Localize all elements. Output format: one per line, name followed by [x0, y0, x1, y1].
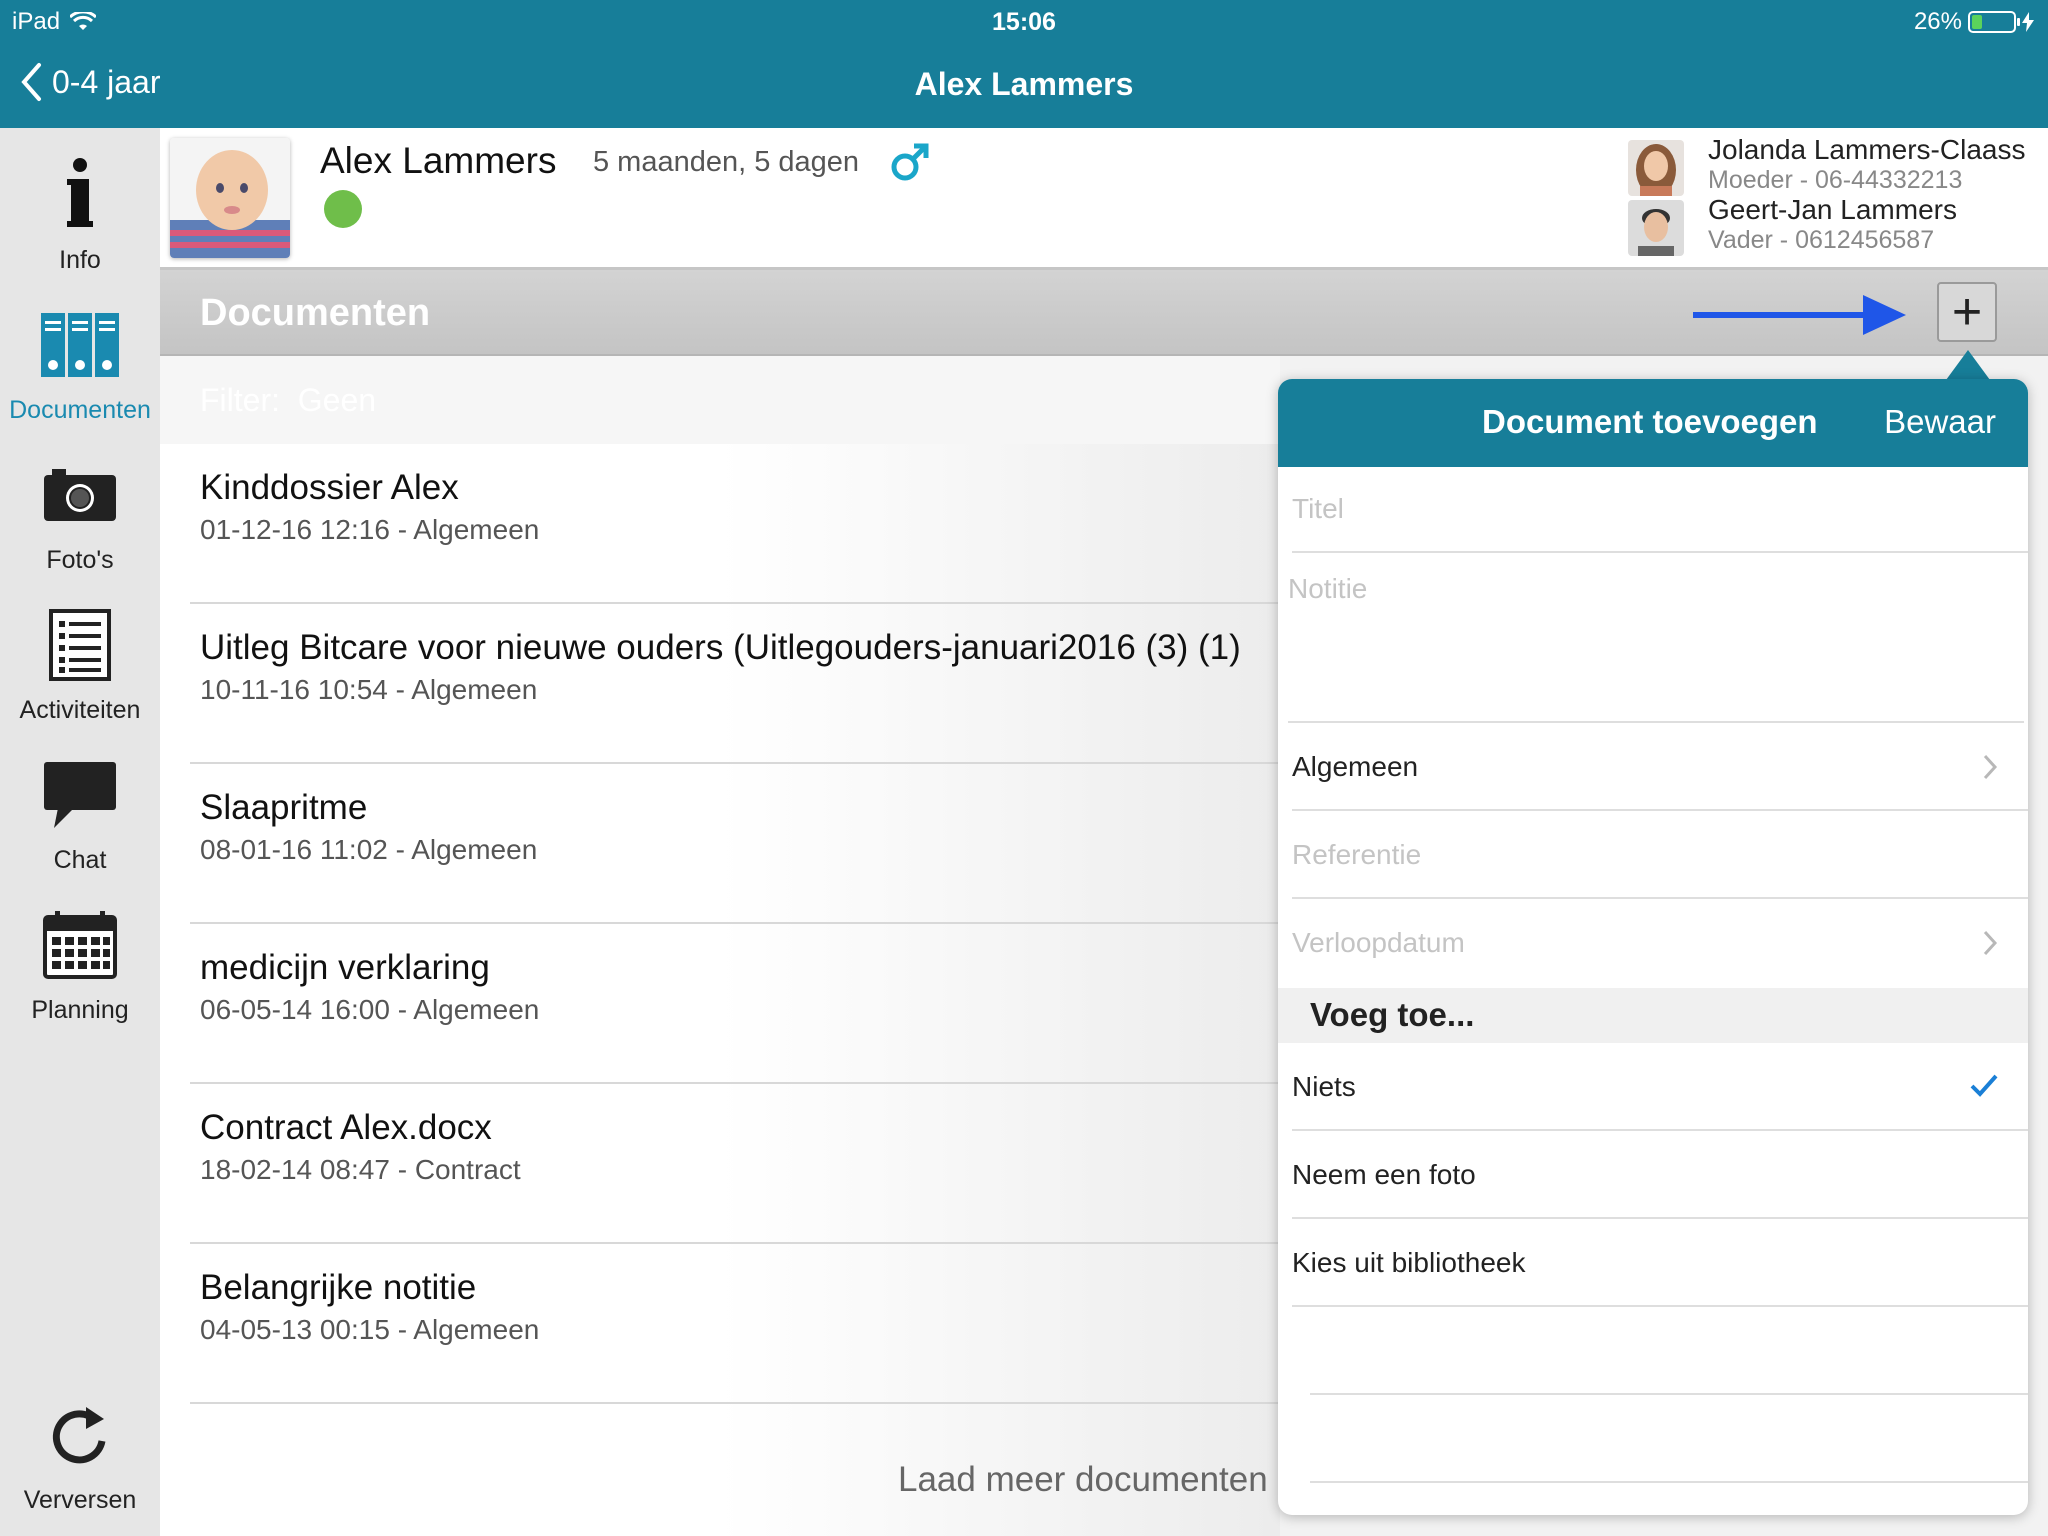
sidebar-label-activiteiten: Activiteiten [19, 696, 141, 724]
father-info: Vader - 0612456587 [1708, 226, 1935, 254]
title-field[interactable]: Titel [1292, 467, 2028, 553]
list-item[interactable]: Kinddossier Alex 01-12-16 12:16 - Algeme… [190, 444, 1450, 604]
attach-option-label: Niets [1292, 1071, 1356, 1102]
sidebar: Info Documenten Foto's Activiteiten Chat… [0, 128, 160, 1536]
category-select[interactable]: Algemeen [1292, 723, 2028, 811]
chevron-right-icon [1983, 930, 1998, 956]
add-document-button[interactable]: + [1937, 282, 1997, 342]
popover-title: Document toevoegen [1482, 403, 1818, 440]
sidebar-item-info[interactable]: Info [0, 150, 160, 275]
sidebar-item-chat[interactable]: Chat [0, 750, 160, 875]
arrow-annotation [1693, 295, 1906, 335]
male-icon [890, 142, 930, 187]
chevron-right-icon [1983, 754, 1998, 780]
empty-row [1310, 1307, 2028, 1395]
document-title: Slaapritme [200, 788, 368, 827]
empty-row [1310, 1395, 2028, 1483]
category-value: Algemeen [1292, 751, 1419, 782]
refresh-button[interactable]: Verversen [0, 1390, 160, 1515]
popover-arrow [1946, 350, 1990, 380]
sidebar-label-fotos: Foto's [46, 546, 114, 574]
add-document-popover: Document toevoegen Bewaar Titel Notitie … [1278, 379, 2028, 1515]
refresh-label: Verversen [23, 1486, 137, 1514]
checklist-icon [49, 609, 111, 681]
sidebar-item-fotos[interactable]: Foto's [0, 450, 160, 575]
document-title: Belangrijke notitie [200, 1268, 477, 1307]
status-indicator [324, 190, 362, 228]
list-item[interactable]: Slaapritme 08-01-16 11:02 - Algemeen [190, 764, 1450, 924]
chat-bubble-icon [44, 762, 116, 828]
document-list: Kinddossier Alex 01-12-16 12:16 - Algeme… [160, 444, 1450, 1536]
list-item[interactable]: Uitleg Bitcare voor nieuwe ouders (Uitle… [190, 604, 1450, 764]
mother-avatar [1628, 140, 1684, 196]
filter-bar[interactable]: Filter: Geen [160, 356, 1280, 444]
clock: 15:06 [992, 8, 1056, 36]
list-item[interactable]: medicijn verklaring 06-05-14 16:00 - Alg… [190, 924, 1450, 1084]
list-item[interactable]: Contract Alex.docx 18-02-14 08:47 - Cont… [190, 1084, 1450, 1244]
document-title: Uitleg Bitcare voor nieuwe ouders (Uitle… [200, 628, 1241, 667]
document-title: Kinddossier Alex [200, 468, 459, 507]
camera-icon [44, 469, 116, 521]
charging-icon [2022, 12, 2034, 32]
status-bar: iPad 15:06 26% [0, 0, 2048, 42]
reference-placeholder: Referentie [1292, 839, 1422, 870]
document-subtitle: 04-05-13 00:15 - Algemeen [200, 1314, 540, 1345]
attach-option-library[interactable]: Kies uit bibliotheek [1292, 1219, 2028, 1307]
attach-group-header: Voeg toe... [1278, 988, 2028, 1043]
document-subtitle: 08-01-16 11:02 - Algemeen [200, 834, 538, 865]
child-age: 5 maanden, 5 dagen [593, 146, 860, 178]
document-title: Contract Alex.docx [200, 1108, 492, 1147]
profile-header: Alex Lammers 5 maanden, 5 dagen Jolanda … [160, 128, 2048, 270]
sidebar-item-documenten[interactable]: Documenten [0, 300, 160, 425]
popover-header: Document toevoegen Bewaar [1278, 379, 2028, 467]
sidebar-item-planning[interactable]: Planning [0, 900, 160, 1025]
nav-title: Alex Lammers [914, 66, 1134, 102]
document-subtitle: 01-12-16 12:16 - Algemeen [200, 514, 540, 545]
attach-option-niets[interactable]: Niets [1292, 1043, 2028, 1131]
child-avatar[interactable] [170, 138, 290, 258]
sidebar-label-chat: Chat [53, 846, 107, 874]
filter-text: Filter: Geen [200, 382, 377, 418]
reference-field[interactable]: Referentie [1292, 811, 2028, 899]
child-name: Alex Lammers [320, 140, 557, 181]
section-title: Documenten [200, 292, 431, 334]
attach-option-label: Kies uit bibliotheek [1292, 1247, 1526, 1278]
calendar-icon [43, 911, 117, 979]
expiry-placeholder: Verloopdatum [1292, 927, 1465, 958]
document-subtitle: 18-02-14 08:47 - Contract [200, 1154, 521, 1185]
father-name: Geert-Jan Lammers [1708, 194, 1957, 225]
refresh-icon [52, 1407, 106, 1464]
mother-name: Jolanda Lammers-Claass [1708, 134, 2026, 165]
title-placeholder: Titel [1292, 493, 1344, 524]
document-subtitle: 10-11-16 10:54 - Algemeen [200, 674, 538, 705]
list-item[interactable]: Belangrijke notitie 04-05-13 00:15 - Alg… [190, 1244, 1450, 1404]
expiry-date-select[interactable]: Verloopdatum [1292, 899, 2028, 988]
attach-option-label: Neem een foto [1292, 1159, 1476, 1190]
note-placeholder: Notitie [1288, 573, 1368, 604]
note-field[interactable]: Notitie [1288, 553, 2024, 723]
attach-option-photo[interactable]: Neem een foto [1292, 1131, 2028, 1219]
sidebar-label-planning: Planning [31, 996, 129, 1024]
load-more-link[interactable]: Laad meer documenten [898, 1460, 1268, 1500]
top-bar: iPad 15:06 26% 0-4 jaar Alex Lammers [0, 0, 2048, 128]
info-icon [67, 158, 93, 227]
battery-icon [1968, 11, 2020, 33]
document-title: medicijn verklaring [200, 948, 490, 987]
save-button[interactable]: Bewaar [1884, 403, 1996, 441]
attach-header-label: Voeg toe... [1310, 996, 1475, 1033]
father-avatar [1628, 200, 1684, 256]
binders-icon [41, 313, 119, 377]
document-subtitle: 06-05-14 16:00 - Algemeen [200, 994, 540, 1025]
checkmark-icon [1970, 1074, 1998, 1097]
sidebar-item-activiteiten[interactable]: Activiteiten [0, 600, 160, 725]
sidebar-label-documenten: Documenten [9, 396, 151, 424]
sidebar-label-info: Info [59, 246, 101, 274]
battery-percent: 26% [1913, 8, 1962, 35]
mother-info: Moeder - 06-44332213 [1708, 166, 1963, 194]
